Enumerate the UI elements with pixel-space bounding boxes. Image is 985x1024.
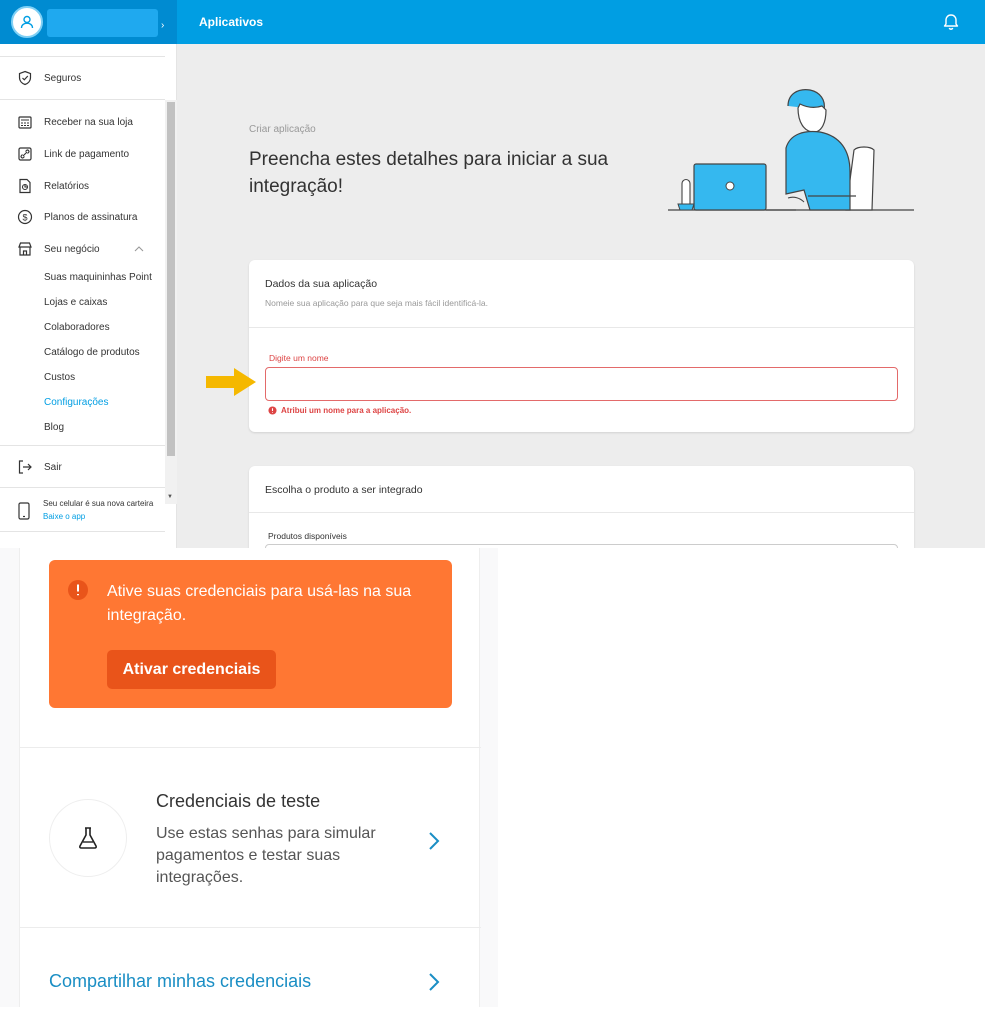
- sidebar-divider: [0, 487, 165, 488]
- app-details-card: Dados da sua aplicação Nomeie sua aplica…: [249, 260, 914, 432]
- sidebar-item-link-pagamento[interactable]: Link de pagamento: [0, 146, 165, 162]
- test-credentials-description: Use estas senhas para simular pagamentos…: [156, 825, 376, 886]
- card-divider: [249, 512, 914, 513]
- svg-text:$: $: [22, 213, 27, 223]
- panel-divider: [20, 927, 481, 928]
- chevron-right-icon[interactable]: [426, 972, 442, 992]
- name-error-message: Atribui um nome para a aplicação.: [281, 406, 412, 415]
- store-icon: [18, 242, 32, 256]
- card-subtitle: Nomeie sua aplicação para que seja mais …: [265, 298, 489, 308]
- sidebar-divider: [0, 56, 165, 57]
- credentials-panel: Ative suas credenciais para usá-las na s…: [19, 548, 481, 1007]
- account-name-redacted: [47, 9, 158, 37]
- account-switcher[interactable]: ›: [0, 0, 177, 44]
- alert-icon: [68, 580, 88, 600]
- scroll-down-icon[interactable]: ▼: [167, 494, 173, 500]
- promo-link[interactable]: Baixe o app: [43, 512, 85, 521]
- test-credentials-row[interactable]: Credenciais de teste Use estas senhas pa…: [20, 748, 481, 927]
- page-title: Preencha estes detalhes para iniciar a s…: [249, 149, 609, 197]
- user-icon: [20, 15, 34, 29]
- sidebar-item-label: Receber na sua loja: [44, 116, 133, 128]
- sidebar-item-relatorios[interactable]: Relatórios: [0, 178, 165, 194]
- name-field-label: Digite um nome: [269, 353, 329, 363]
- chevron-up-icon: [134, 246, 144, 252]
- share-credentials-link[interactable]: Compartilhar minhas credenciais: [49, 971, 311, 992]
- sidebar-item-label: Sair: [44, 461, 62, 473]
- product-card: Escolha o produto a ser integrado Produt…: [249, 466, 914, 548]
- top-header: › Aplicativos: [0, 0, 985, 44]
- sidebar-subitem-catalogo[interactable]: Catálogo de produtos: [44, 347, 140, 358]
- developer-illustration: [668, 89, 914, 211]
- sidebar-item-seguros[interactable]: Seguros: [0, 70, 165, 86]
- sidebar-item-sair[interactable]: Sair: [0, 459, 165, 475]
- sidebar-item-label: Seu negócio: [44, 243, 100, 255]
- link-icon: [18, 147, 32, 161]
- error-icon: [268, 406, 277, 415]
- sidebar-scrollbar-thumb[interactable]: [167, 102, 175, 456]
- sidebar-item-label: Link de pagamento: [44, 148, 130, 160]
- flask-icon: [79, 827, 97, 849]
- sidebar-subitem-configuracoes[interactable]: Configurações: [44, 397, 108, 408]
- avatar[interactable]: [11, 6, 43, 38]
- breadcrumb: Criar aplicação: [249, 124, 316, 135]
- card-divider: [249, 327, 914, 328]
- sidebar-item-seu-negocio[interactable]: Seu negócio: [0, 241, 165, 257]
- sidebar-subitem-lojas[interactable]: Lojas e caixas: [44, 297, 107, 308]
- bell-icon[interactable]: [942, 13, 960, 31]
- card-title: Dados da sua aplicação: [265, 278, 378, 290]
- sidebar-item-receber[interactable]: Receber na sua loja: [0, 114, 165, 130]
- chevron-right-icon: ›: [161, 20, 165, 31]
- alert-text: Ative suas credenciais para usá-las na s…: [107, 583, 412, 624]
- sidebar: Seguros Receber na sua loja Link de paga…: [0, 44, 177, 548]
- card-title: Escolha o produto a ser integrado: [265, 484, 423, 496]
- dollar-circle-icon: $: [17, 209, 33, 225]
- flask-icon-circle: [49, 799, 127, 877]
- logout-icon: [18, 460, 32, 474]
- promo-text: Seu celular é sua nova carteira: [43, 499, 154, 508]
- sidebar-item-label: Seguros: [44, 72, 82, 84]
- sidebar-item-planos[interactable]: $ Planos de assinatura: [0, 209, 165, 225]
- arrow-right-icon: [206, 368, 256, 396]
- app-name-input[interactable]: [265, 367, 898, 401]
- sidebar-subitem-maquininhas[interactable]: Suas maquininhas Point: [44, 272, 152, 283]
- credentials-section: Ative suas credenciais para usá-las na s…: [0, 548, 498, 1007]
- sidebar-divider: [0, 445, 165, 446]
- activate-credentials-alert: Ative suas credenciais para usá-las na s…: [49, 560, 452, 708]
- sidebar-promo[interactable]: Seu celular é sua nova carteira Baixe o …: [0, 499, 165, 525]
- products-field-label: Produtos disponíveis: [268, 531, 347, 541]
- test-credentials-title: Credenciais de teste: [156, 791, 321, 811]
- sidebar-divider: [0, 99, 165, 100]
- sidebar-subitem-colaboradores[interactable]: Colaboradores: [44, 322, 110, 333]
- sidebar-subitem-custos[interactable]: Custos: [44, 372, 75, 383]
- register-icon: [18, 116, 32, 129]
- app-screen: › Aplicativos Seguros Receber na sua loj…: [0, 0, 985, 548]
- report-icon: [19, 178, 31, 194]
- sidebar-subitem-blog[interactable]: Blog: [44, 422, 64, 433]
- shield-icon: [18, 70, 32, 86]
- sidebar-item-label: Planos de assinatura: [44, 211, 138, 223]
- chevron-right-icon: [429, 832, 440, 850]
- sidebar-divider: [0, 531, 165, 532]
- activate-credentials-button[interactable]: Ativar credenciais: [107, 650, 276, 689]
- phone-icon: [18, 502, 30, 520]
- sidebar-item-label: Relatórios: [44, 180, 90, 192]
- page-header-title: Aplicativos: [199, 15, 264, 29]
